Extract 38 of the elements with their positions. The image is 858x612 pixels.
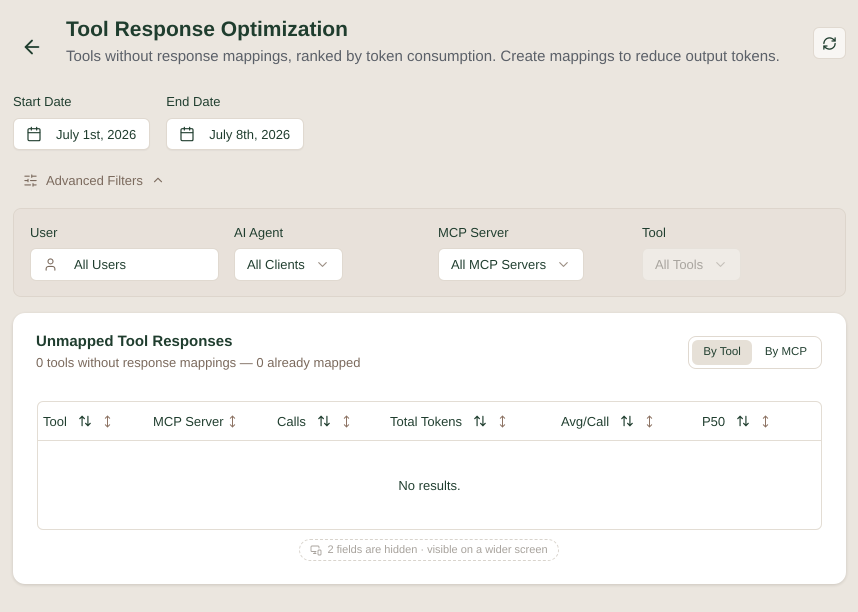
- filter-label: Tool: [642, 224, 666, 242]
- select-dropdown[interactable]: All MCP Servers: [438, 248, 584, 281]
- card-title: Unmapped Tool Responses: [36, 332, 234, 352]
- hidden-fields-text: 2 fields are hidden · visible on a wider screen: [327, 544, 548, 556]
- date-picker-button[interactable]: July 8th, 2026: [166, 118, 304, 150]
- user-picker[interactable]: All Users: [30, 248, 219, 281]
- devices-icon: [310, 544, 322, 556]
- column-header: Total Tokens: [390, 414, 462, 428]
- column-header: P50: [702, 414, 726, 428]
- sort-arrows-icon: [736, 414, 750, 428]
- sliders-icon: [23, 172, 38, 188]
- calendar-icon: [179, 126, 196, 142]
- advanced-filters-toggle[interactable]: Advanced Filters: [13, 169, 165, 191]
- date-label: End Date: [166, 93, 220, 111]
- column-header: Tool: [43, 414, 67, 428]
- column-header: MCP Server: [153, 414, 224, 428]
- date-label: Start Date: [13, 93, 72, 111]
- sort-arrows-icon: [620, 414, 634, 428]
- refresh-icon: [822, 36, 837, 50]
- page-title: Tool Response Optimization: [66, 17, 348, 43]
- sort-arrows-icon: [473, 414, 488, 428]
- person-icon: [43, 257, 58, 272]
- sort-arrows-icon: [78, 414, 92, 428]
- view-toggle-option[interactable]: By MCP: [754, 340, 818, 364]
- filter-label: AI Agent: [234, 224, 284, 242]
- page-subtitle: Tools without response mappings, ranked by token consumption. Create mappings to reduce output tokens.: [66, 47, 780, 67]
- select-dropdown[interactable]: All Clients: [234, 248, 343, 281]
- empty-message: No results.: [397, 476, 462, 494]
- view-toggle-option[interactable]: By Tool: [692, 340, 752, 364]
- refresh-button[interactable]: [813, 27, 846, 59]
- column-header: Calls: [277, 414, 306, 428]
- filter-label: User: [30, 224, 58, 242]
- calendar-icon: [26, 126, 42, 142]
- column-header: Avg/Call: [561, 414, 610, 428]
- card-subtitle: 0 tools without response mappings — 0 already mapped: [36, 354, 360, 372]
- sort-arrows-icon: [316, 414, 331, 428]
- filter-label: MCP Server: [438, 224, 509, 242]
- date-picker-button[interactable]: July 1st, 2026: [13, 118, 150, 150]
